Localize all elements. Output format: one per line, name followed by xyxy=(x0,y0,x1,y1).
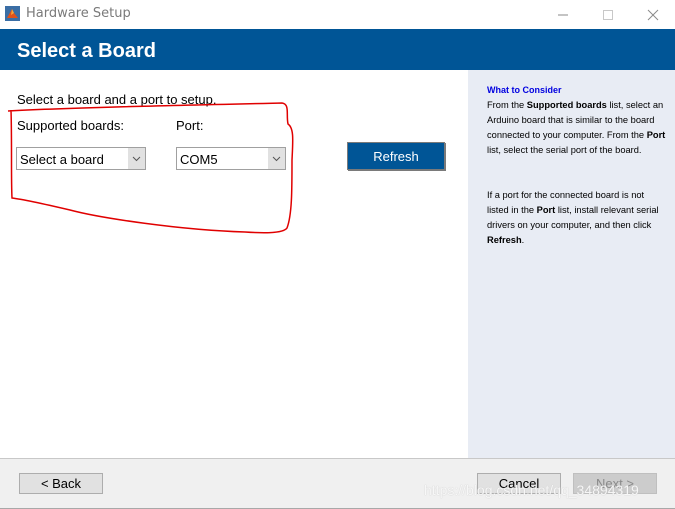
supported-boards-label: Supported boards: xyxy=(17,118,124,133)
board-select-value: Select a board xyxy=(20,152,104,167)
port-label: Port: xyxy=(176,118,204,133)
chevron-down-icon[interactable] xyxy=(128,148,145,169)
close-icon xyxy=(647,9,658,20)
title-bar: Hardware Setup xyxy=(0,0,675,29)
help-emphasis: Supported boards xyxy=(526,100,607,110)
intro-text: Select a board and a port to setup. xyxy=(17,92,217,107)
matlab-icon xyxy=(5,6,20,21)
help-emphasis: Refresh xyxy=(487,235,522,245)
help-text: . xyxy=(521,235,525,245)
help-heading: What to Consider xyxy=(487,85,562,95)
page-header: Select a Board xyxy=(0,29,675,70)
help-text: list, select the serial port of the boar… xyxy=(487,145,642,155)
help-emphasis: Port xyxy=(536,205,556,215)
minimize-icon xyxy=(557,14,568,15)
help-emphasis: Port xyxy=(646,130,666,140)
help-text: From the xyxy=(487,100,527,110)
board-select[interactable]: Select a board xyxy=(16,147,146,170)
refresh-button[interactable]: Refresh xyxy=(347,142,445,170)
back-button[interactable]: < Back xyxy=(19,473,103,494)
help-paragraph-1: From the Supported boards list, select a… xyxy=(487,98,667,158)
help-panel: What to Consider From the Supported boar… xyxy=(468,70,675,458)
chevron-down-icon[interactable] xyxy=(268,148,285,169)
close-button[interactable] xyxy=(630,0,675,29)
page-title: Select a Board xyxy=(17,40,156,62)
watermark: https://blog.csdn.net/qq_34894319 xyxy=(424,482,639,498)
maximize-button[interactable] xyxy=(585,0,630,29)
minimize-button[interactable] xyxy=(540,0,585,29)
maximize-icon xyxy=(602,9,613,20)
port-select[interactable]: COM5 xyxy=(176,147,286,170)
window-title: Hardware Setup xyxy=(26,6,131,21)
help-paragraph-2: If a port for the connected board is not… xyxy=(487,188,667,248)
main-panel: Select a board and a port to setup. Supp… xyxy=(0,70,468,458)
port-select-value: COM5 xyxy=(180,152,218,167)
